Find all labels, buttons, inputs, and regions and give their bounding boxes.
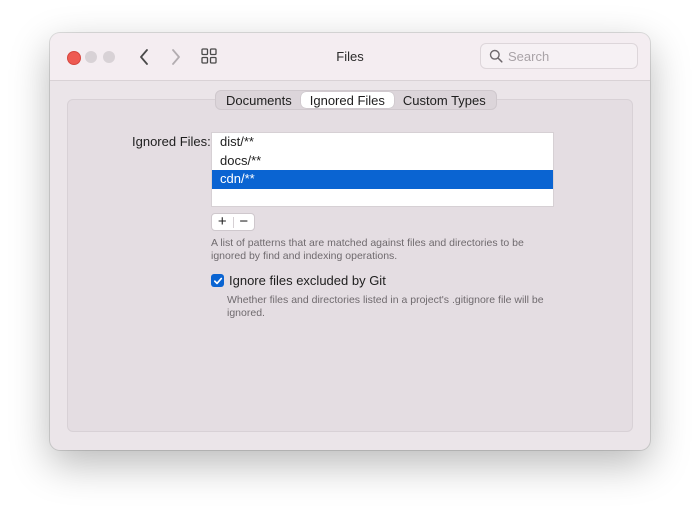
add-pattern-button[interactable]: + — [212, 214, 233, 230]
ignore-git-checkbox[interactable] — [211, 274, 224, 287]
tab-bar: Documents Ignored Files Custom Types — [215, 90, 497, 110]
ignored-files-help: A list of patterns that are matched agai… — [211, 237, 524, 262]
ignore-git-help: Whether files and directories listed in … — [227, 294, 544, 319]
remove-pattern-button[interactable]: − — [234, 214, 255, 230]
list-item[interactable]: docs/** — [212, 152, 553, 171]
add-remove-control: + − — [211, 213, 255, 231]
search-icon — [489, 49, 503, 63]
search-field[interactable]: Search — [480, 43, 638, 69]
titlebar: Files Search — [50, 33, 650, 81]
files-window: Files Search Documents Ignored Files Cus… — [50, 33, 650, 450]
list-item[interactable]: dist/** — [212, 133, 553, 152]
ignore-git-label[interactable]: Ignore files excluded by Git — [229, 273, 386, 288]
tab-documents[interactable]: Documents — [217, 92, 301, 108]
list-item-selected[interactable]: cdn/** — [212, 170, 553, 189]
tab-ignored-files[interactable]: Ignored Files — [300, 92, 394, 108]
checkmark-icon — [213, 277, 222, 284]
ignored-files-label: Ignored Files: — [132, 134, 211, 149]
tab-custom-types[interactable]: Custom Types — [394, 92, 495, 108]
ignored-files-list[interactable]: dist/** docs/** cdn/** — [211, 132, 554, 207]
search-placeholder: Search — [508, 49, 550, 64]
